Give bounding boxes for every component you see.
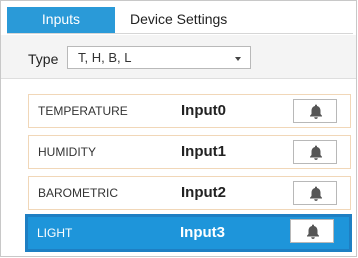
input-sensor-label: BAROMETRIC <box>38 186 119 200</box>
input-name: Input3 <box>180 224 225 241</box>
bell-icon <box>310 145 322 160</box>
input-row-light[interactable]: LIGHT Input3 <box>25 214 352 252</box>
input-sensor-label: HUMIDITY <box>38 145 96 159</box>
type-label: Type <box>28 51 59 67</box>
alarm-button[interactable] <box>290 219 334 243</box>
bell-icon <box>310 186 322 201</box>
tab-inputs[interactable]: Inputs <box>7 7 115 33</box>
alarm-button[interactable] <box>293 140 337 164</box>
bell-icon <box>310 104 322 119</box>
input-name: Input2 <box>181 184 226 201</box>
alarm-button[interactable] <box>293 181 337 205</box>
inputs-panel: Inputs Device Settings Type T, H, B, L T… <box>0 0 357 257</box>
input-row-temperature[interactable]: TEMPERATURE Input0 <box>28 94 351 128</box>
type-dropdown[interactable]: T, H, B, L <box>67 46 251 69</box>
input-row-humidity[interactable]: HUMIDITY Input1 <box>28 135 351 169</box>
bell-icon <box>307 224 319 239</box>
input-name: Input0 <box>181 102 226 119</box>
input-row-barometric[interactable]: BAROMETRIC Input2 <box>28 176 351 210</box>
input-sensor-label: LIGHT <box>37 226 73 240</box>
type-dropdown-value: T, H, B, L <box>78 50 132 65</box>
tab-device-settings[interactable]: Device Settings <box>125 7 245 33</box>
input-name: Input1 <box>181 143 226 160</box>
tab-bar: Inputs Device Settings <box>7 7 353 34</box>
type-filter-row: Type T, H, B, L <box>1 35 356 79</box>
alarm-button[interactable] <box>293 99 337 123</box>
chevron-down-icon <box>235 57 241 61</box>
input-sensor-label: TEMPERATURE <box>38 104 128 118</box>
